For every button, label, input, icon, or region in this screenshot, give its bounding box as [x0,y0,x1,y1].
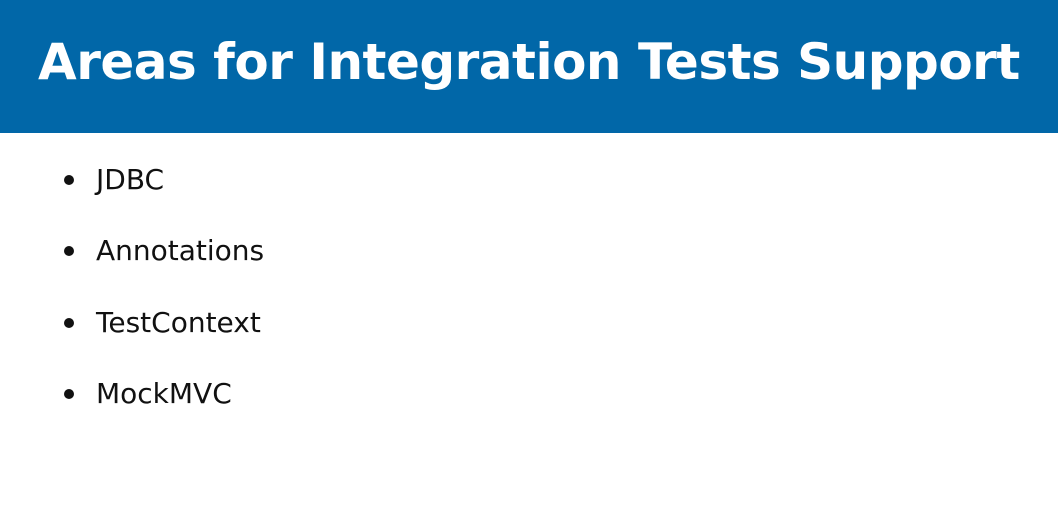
bullet-label: Annotations [96,234,265,267]
bullet-dot-icon [64,389,74,399]
bullet-dot-icon [64,318,74,328]
bullet-label: TestContext [96,306,261,339]
bullet-label: MockMVC [96,377,232,410]
bullet-dot-icon [64,175,74,185]
bullet-item-jdbc: JDBC [64,160,564,200]
slide: Areas for Integration Tests Support JDBC… [0,0,1058,516]
bullet-item-annotations: Annotations [64,231,564,271]
bullet-item-testcontext: TestContext [64,303,564,343]
title-banner: Areas for Integration Tests Support [0,0,1058,133]
slide-title: Areas for Integration Tests Support [38,33,1020,91]
bullet-dot-icon [64,246,74,256]
bullet-item-mockmvc: MockMVC [64,374,564,414]
bullet-label: JDBC [96,163,165,196]
